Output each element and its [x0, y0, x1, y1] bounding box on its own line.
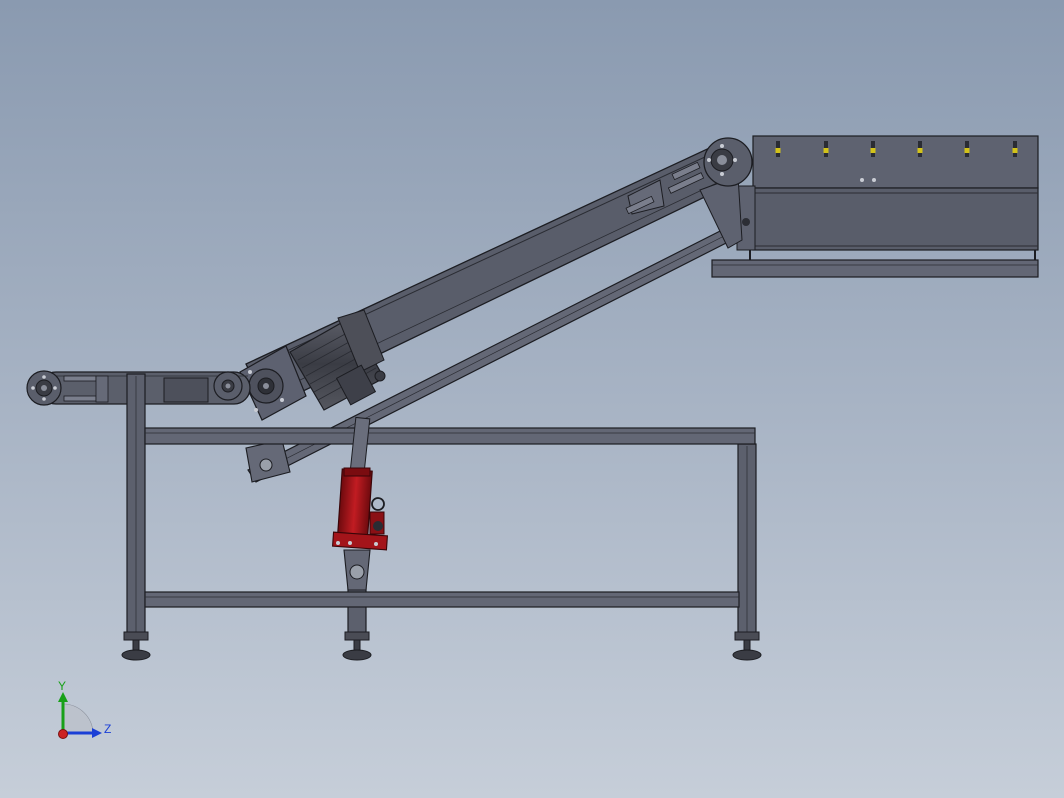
tail-pulley-left	[26, 370, 62, 406]
cad-viewport[interactable]: Y Z	[0, 0, 1064, 798]
hopper-indicator-2	[823, 141, 829, 157]
conveyor-assembly-drawing[interactable]: Y Z	[0, 0, 1064, 798]
leveling-foot-right	[732, 631, 762, 661]
hopper-indicator-3	[870, 141, 876, 157]
leveling-foot-left	[121, 631, 151, 661]
support-frame	[126, 373, 757, 635]
hopper-indicator-1	[775, 141, 781, 157]
transfer-pulley	[213, 371, 243, 401]
hopper-bin	[711, 135, 1039, 278]
leveling-foot-middle	[342, 631, 372, 661]
z-axis-arrowhead	[92, 728, 102, 738]
orientation-triad[interactable]: Y Z	[58, 679, 111, 739]
hopper-indicator-6	[1012, 141, 1018, 157]
z-axis-label: Z	[104, 722, 111, 736]
hopper-indicator-4	[917, 141, 923, 157]
y-axis-label: Y	[58, 679, 66, 693]
drive-motor	[239, 309, 386, 421]
head-pulley	[703, 137, 753, 187]
hopper-indicator-5	[964, 141, 970, 157]
x-axis-dot	[58, 729, 68, 739]
leveling-feet	[121, 631, 762, 661]
pivot-bracket	[245, 439, 291, 483]
y-axis-arrowhead	[58, 692, 68, 702]
